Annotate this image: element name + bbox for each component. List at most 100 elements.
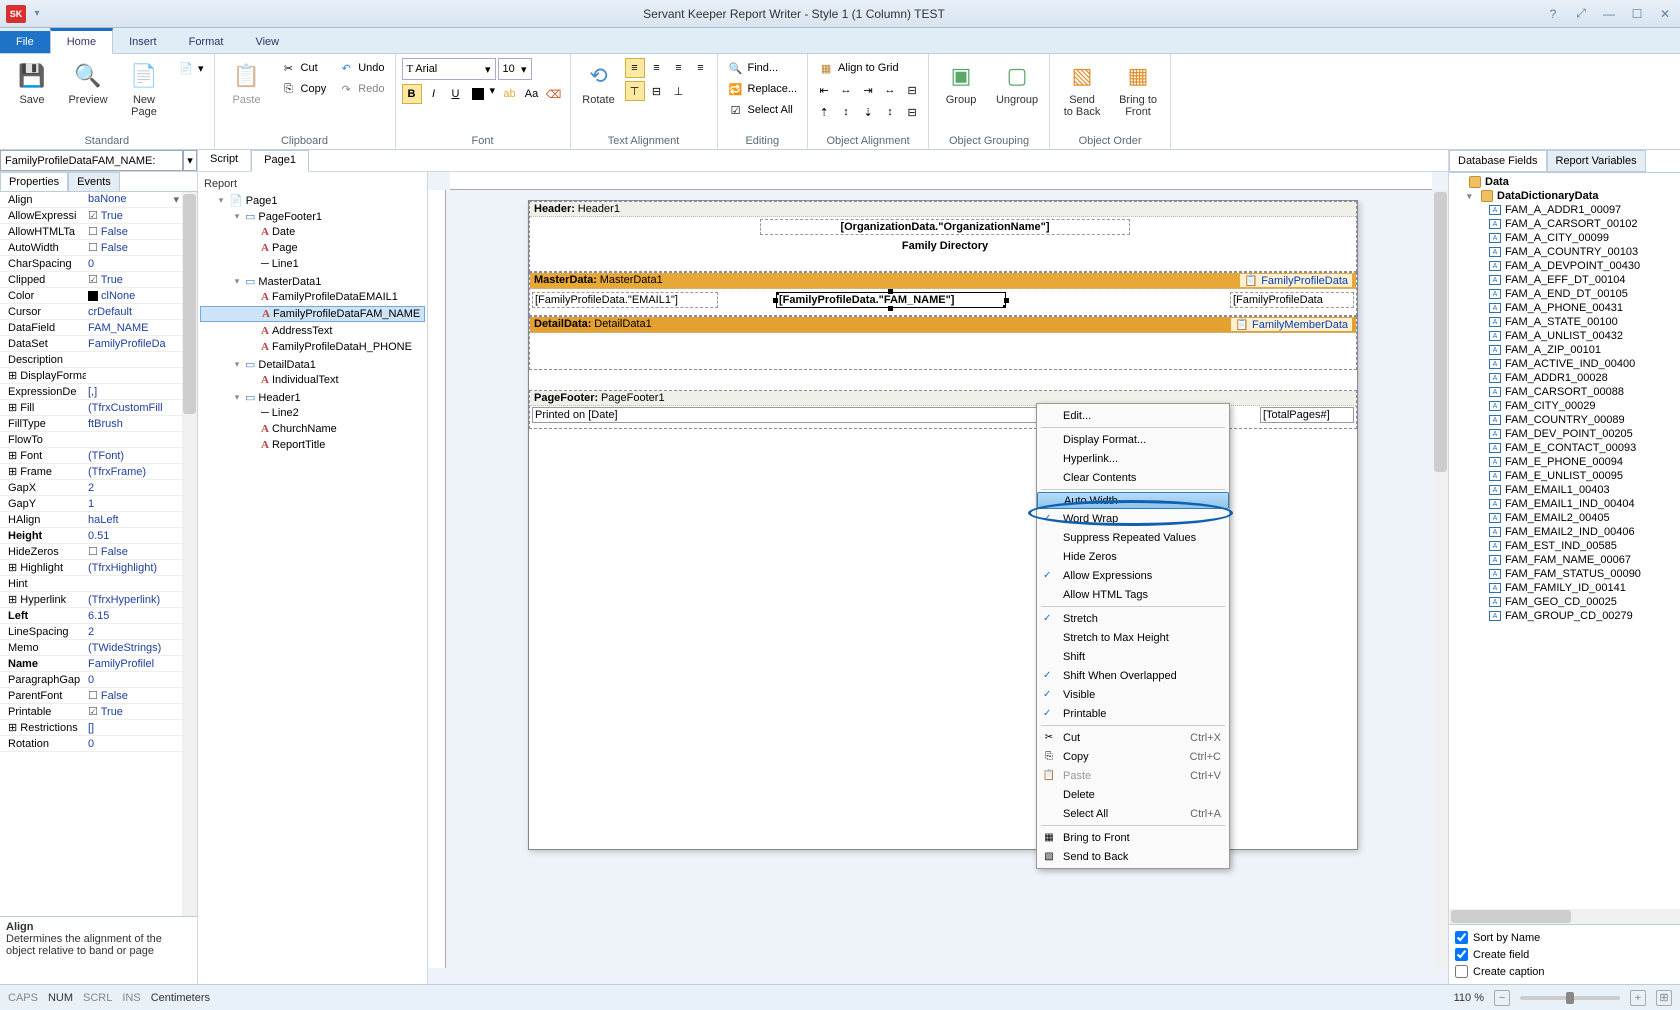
db-field-FAM_DEV_POINT_00205[interactable]: AFAM_DEV_POINT_00205 <box>1451 427 1678 441</box>
align-obj-hspace[interactable]: ↔ <box>880 80 900 100</box>
prop-row-CharSpacing[interactable]: CharSpacing0 <box>0 256 197 272</box>
database-tree[interactable]: Data ▾DataDictionaryData AFAM_A_ADDR1_00… <box>1449 173 1680 909</box>
valign-middle-button[interactable]: ⊟ <box>647 81 667 101</box>
menu-item-send-to-back[interactable]: ▧Send to Back <box>1037 847 1229 866</box>
prop-scrollbar[interactable] <box>182 192 197 916</box>
band-header[interactable]: Header: Header1 [OrganizationData."Organ… <box>529 201 1357 272</box>
prop-row-FlowTo[interactable]: FlowTo <box>0 432 197 448</box>
copy-button[interactable]: ⎘Copy <box>277 79 331 99</box>
db-root-node[interactable]: Data <box>1451 175 1678 189</box>
db-field-FAM_GEO_CD_00025[interactable]: AFAM_GEO_CD_00025 <box>1451 595 1678 609</box>
find-button[interactable]: 🔍Find... <box>724 58 802 78</box>
db-field-FAM_EMAIL2_00405[interactable]: AFAM_EMAIL2_00405 <box>1451 511 1678 525</box>
prop-row-LineSpacing[interactable]: LineSpacing2 <box>0 624 197 640</box>
tree-item-Page[interactable]: APage <box>200 241 425 255</box>
prop-row-AutoWidth[interactable]: AutoWidthFalse <box>0 240 197 256</box>
prop-row-DataSet[interactable]: DataSetFamilyProfileDa <box>0 336 197 352</box>
property-grid[interactable]: AlignbaNone▾AllowExpressiTrueAllowHTMLTa… <box>0 191 197 916</box>
db-hscrollbar[interactable] <box>1449 909 1680 924</box>
tree-item-Date[interactable]: ADate <box>200 225 425 239</box>
menu-item-cut[interactable]: ✂CutCtrl+X <box>1037 728 1229 747</box>
undo-button[interactable]: ↶Undo <box>334 58 388 78</box>
sort-by-name-checkbox[interactable]: Sort by Name <box>1455 929 1674 946</box>
tab-home[interactable]: Home <box>50 28 113 54</box>
band-footer[interactable]: PageFooter: PageFooter1 Printed on [Date… <box>529 390 1357 429</box>
tab-events[interactable]: Events <box>68 172 120 191</box>
align-right-button[interactable]: ≡ <box>669 58 689 78</box>
menu-item-shift[interactable]: Shift <box>1037 647 1229 666</box>
selection-handle[interactable] <box>888 289 893 294</box>
tab-script[interactable]: Script <box>198 150 251 171</box>
db-field-FAM_A_UNLIST_00432[interactable]: AFAM_A_UNLIST_00432 <box>1451 329 1678 343</box>
report-designer[interactable]: Header: Header1 [OrganizationData."Organ… <box>428 172 1448 984</box>
prop-row-GapX[interactable]: GapX2 <box>0 480 197 496</box>
page-dropdown[interactable]: 📄▾ <box>174 58 208 78</box>
db-field-FAM_EST_IND_00585[interactable]: AFAM_EST_IND_00585 <box>1451 539 1678 553</box>
tree-item-ReportTitle[interactable]: AReportTitle <box>200 438 425 452</box>
db-field-FAM_A_CITY_00099[interactable]: AFAM_A_CITY_00099 <box>1451 231 1678 245</box>
db-field-FAM_COUNTRY_00089[interactable]: AFAM_COUNTRY_00089 <box>1451 413 1678 427</box>
align-obj-hcenter[interactable]: ⊟ <box>902 80 922 100</box>
cut-button[interactable]: ✂Cut <box>277 58 331 78</box>
align-obj-vspace[interactable]: ↕ <box>880 102 900 122</box>
prop-row-GapY[interactable]: GapY1 <box>0 496 197 512</box>
tab-report-variables[interactable]: Report Variables <box>1547 150 1646 172</box>
db-field-FAM_A_COUNTRY_00103[interactable]: AFAM_A_COUNTRY_00103 <box>1451 245 1678 259</box>
tab-view[interactable]: View <box>239 31 295 53</box>
tree-item-FamilyProfileDataFAM_NAME[interactable]: AFamilyProfileDataFAM_NAME <box>200 306 425 322</box>
tab-properties[interactable]: Properties <box>0 172 68 191</box>
context-menu[interactable]: Edit...Display Format...Hyperlink...Clea… <box>1036 403 1230 869</box>
prop-row-DisplayForma[interactable]: ⊞ DisplayForma <box>0 368 197 384</box>
field-report-title[interactable]: Family Directory <box>760 239 1130 253</box>
zoom-out-button[interactable]: − <box>1494 990 1510 1006</box>
send-to-back-button[interactable]: ▧Send to Back <box>1056 58 1108 120</box>
tree-item-FamilyProfileDataH_PHONE[interactable]: AFamilyProfileDataH_PHONE <box>200 340 425 354</box>
prop-row-Height[interactable]: Height0.51 <box>0 528 197 544</box>
tree-item-PageFooter1[interactable]: ▾▭PageFooter1 <box>200 209 425 224</box>
object-selector-input[interactable] <box>0 150 183 171</box>
selection-handle[interactable] <box>1004 298 1009 303</box>
font-family-combo[interactable]: TArial▾ <box>402 58 496 80</box>
db-field-FAM_A_PHONE_00431[interactable]: AFAM_A_PHONE_00431 <box>1451 301 1678 315</box>
format-button[interactable]: Aa <box>522 84 542 104</box>
db-field-FAM_ACTIVE_IND_00400[interactable]: AFAM_ACTIVE_IND_00400 <box>1451 357 1678 371</box>
menu-item-hyperlink-[interactable]: Hyperlink... <box>1037 449 1229 468</box>
zoom-in-button[interactable]: + <box>1630 990 1646 1006</box>
font-size-combo[interactable]: 10▾ <box>498 58 532 80</box>
menu-item-edit-[interactable]: Edit... <box>1037 406 1229 425</box>
prop-row-Description[interactable]: Description <box>0 352 197 368</box>
prop-row-ParentFont[interactable]: ParentFontFalse <box>0 688 197 704</box>
align-obj-center[interactable]: ↔ <box>836 80 856 100</box>
zoom-fit-button[interactable]: ⊞ <box>1656 990 1672 1006</box>
report-tree[interactable]: Report ▾📄Page1▾▭PageFooter1ADateAPage─Li… <box>198 172 428 984</box>
prop-row-Align[interactable]: AlignbaNone▾ <box>0 192 197 208</box>
prop-row-Rotation[interactable]: Rotation0 <box>0 736 197 752</box>
prop-row-HideZeros[interactable]: HideZerosFalse <box>0 544 197 560</box>
tab-insert[interactable]: Insert <box>113 31 173 53</box>
db-field-FAM_FAM_NAME_00067[interactable]: AFAM_FAM_NAME_00067 <box>1451 553 1678 567</box>
db-field-FAM_E_UNLIST_00095[interactable]: AFAM_E_UNLIST_00095 <box>1451 469 1678 483</box>
db-field-FAM_A_DEVPOINT_00430[interactable]: AFAM_A_DEVPOINT_00430 <box>1451 259 1678 273</box>
prop-row-AllowHTMLTa[interactable]: AllowHTMLTaFalse <box>0 224 197 240</box>
prop-row-Name[interactable]: NameFamilyProfilel <box>0 656 197 672</box>
tree-item-Line1[interactable]: ─Line1 <box>200 257 425 271</box>
tab-database-fields[interactable]: Database Fields <box>1449 150 1547 172</box>
field-pages[interactable]: [TotalPages#] <box>1260 407 1354 423</box>
db-field-FAM_E_PHONE_00094[interactable]: AFAM_E_PHONE_00094 <box>1451 455 1678 469</box>
band-detail[interactable]: DetailData: DetailData1📋 FamilyMemberDat… <box>529 316 1357 370</box>
rotate-button[interactable]: ⟲ Rotate <box>577 58 621 108</box>
menu-item-word-wrap[interactable]: ✓Word Wrap <box>1037 509 1229 528</box>
prop-row-Cursor[interactable]: CursorcrDefault <box>0 304 197 320</box>
align-obj-vcenter[interactable]: ⊟ <box>902 102 922 122</box>
db-field-FAM_CITY_00029[interactable]: AFAM_CITY_00029 <box>1451 399 1678 413</box>
italic-button[interactable]: I <box>424 84 444 104</box>
create-caption-checkbox[interactable]: Create caption <box>1455 963 1674 980</box>
prop-row-Memo[interactable]: Memo(TWideStrings) <box>0 640 197 656</box>
prop-row-ParagraphGap[interactable]: ParagraphGap0 <box>0 672 197 688</box>
tab-page1[interactable]: Page1 <box>251 150 309 172</box>
db-field-FAM_GROUP_CD_00279[interactable]: AFAM_GROUP_CD_00279 <box>1451 609 1678 623</box>
prop-row-Fill[interactable]: ⊞ Fill(TfrxCustomFill <box>0 400 197 416</box>
paste-button[interactable]: 📋 Paste <box>221 58 273 108</box>
prop-row-DataField[interactable]: DataFieldFAM_NAME <box>0 320 197 336</box>
valign-top-button[interactable]: ⊤ <box>625 81 645 101</box>
